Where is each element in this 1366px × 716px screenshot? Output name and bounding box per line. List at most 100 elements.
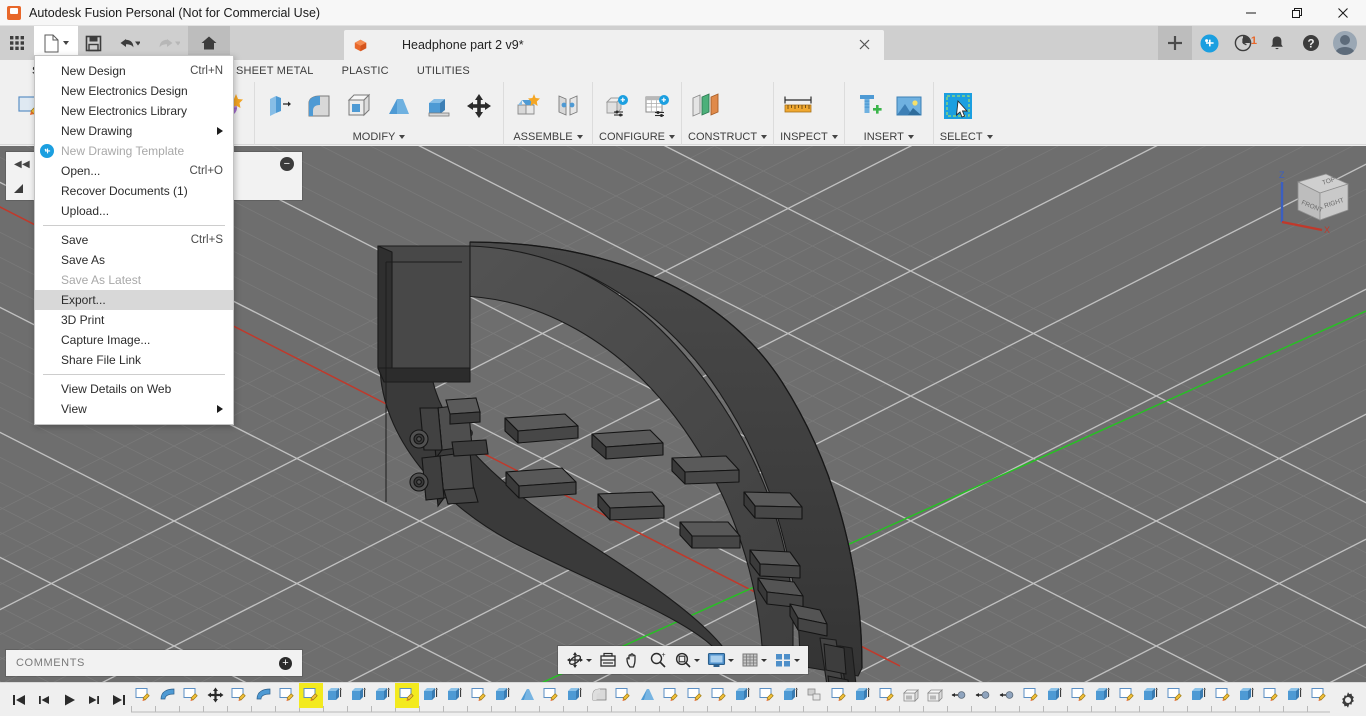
timeline-feature-extrude[interactable]	[731, 683, 755, 708]
menu-item-new-drawing[interactable]: New Drawing	[35, 121, 233, 141]
timeline-feature-draft[interactable]	[635, 683, 659, 708]
menu-item-recover-documents-1[interactable]: Recover Documents (1)	[35, 181, 233, 201]
zoom-icon[interactable]: +	[646, 646, 670, 674]
timeline-feature-extrude[interactable]	[1187, 683, 1211, 708]
close-icon[interactable]	[1320, 0, 1366, 26]
collapse-left-icon[interactable]: ◀◀	[14, 159, 30, 170]
menu-item-share-file-link[interactable]: Share File Link	[35, 350, 233, 370]
avatar[interactable]	[1328, 26, 1362, 60]
pan-icon[interactable]	[621, 646, 645, 674]
fillet-icon[interactable]	[301, 88, 337, 124]
timeline-feature-sketch[interactable]	[275, 683, 299, 708]
ribbon-tab-plastic[interactable]: PLASTIC	[328, 60, 403, 82]
chevron-down-icon[interactable]	[694, 658, 700, 662]
fit-icon[interactable]	[671, 646, 703, 674]
menu-item-3d-print[interactable]: 3D Print	[35, 310, 233, 330]
configuration-table-icon[interactable]	[639, 88, 675, 124]
chevron-down-icon[interactable]	[761, 658, 767, 662]
measure-icon[interactable]	[780, 88, 816, 124]
timeline-feature-sketch[interactable]	[1163, 683, 1187, 708]
timeline-feature-shell[interactable]	[899, 683, 923, 708]
timeline-feature-mirror[interactable]	[995, 683, 1019, 708]
chevron-down-icon[interactable]	[794, 658, 800, 662]
timeline-feature-sketch[interactable]	[131, 683, 155, 708]
menu-item-new-design[interactable]: New Design Ctrl+N	[35, 61, 233, 81]
step-back-icon[interactable]	[31, 685, 56, 715]
timeline-feature-sketch[interactable]	[659, 683, 683, 708]
new-component-icon[interactable]	[510, 88, 546, 124]
timeline-feature-sketch[interactable]	[611, 683, 635, 708]
menu-item-view-details-on-web[interactable]: View Details on Web	[35, 379, 233, 399]
timeline-feature-sketch[interactable]	[875, 683, 899, 708]
grid-snaps-icon[interactable]	[738, 646, 770, 674]
timeline-feature-sketch[interactable]	[707, 683, 731, 708]
timeline-feature-sketch[interactable]	[755, 683, 779, 708]
timeline-feature-mirror[interactable]	[971, 683, 995, 708]
ribbon-panel-label-modify[interactable]: MODIFY	[261, 128, 497, 145]
timeline-feature-extrude[interactable]	[347, 683, 371, 708]
timeline-feature-sketch[interactable]	[1211, 683, 1235, 708]
minimize-icon[interactable]	[1228, 0, 1274, 26]
timeline-feature-sketch[interactable]	[467, 683, 491, 708]
timeline-feature-extrude[interactable]	[323, 683, 347, 708]
navigation-bar[interactable]: +	[558, 646, 808, 674]
extension-manager-icon[interactable]	[1192, 26, 1226, 60]
close-icon[interactable]	[855, 37, 874, 53]
menu-item-save[interactable]: Save Ctrl+S	[35, 230, 233, 250]
timeline-feature-sketch[interactable]	[539, 683, 563, 708]
move-copy-icon[interactable]	[461, 88, 497, 124]
timeline-bar[interactable]	[0, 682, 1366, 716]
timeline-feature-sketch[interactable]	[1115, 683, 1139, 708]
timeline-track[interactable]	[131, 682, 1330, 716]
timeline-feature-sketch[interactable]	[1307, 683, 1330, 708]
comments-panel[interactable]: COMMENTS +	[6, 650, 302, 676]
offset-plane-icon[interactable]	[688, 88, 724, 124]
press-pull-icon[interactable]	[261, 88, 297, 124]
timeline-feature-sketch[interactable]	[1019, 683, 1043, 708]
insert-mcmaster-icon[interactable]	[851, 88, 887, 124]
timeline-feature-extrude[interactable]	[1043, 683, 1067, 708]
timeline-settings-gear-icon[interactable]	[1330, 691, 1366, 709]
plus-circle-icon[interactable]: +	[279, 656, 292, 670]
plus-icon[interactable]	[1158, 26, 1192, 60]
menu-item-export[interactable]: Export...	[35, 290, 233, 310]
timeline-feature-extrude[interactable]	[563, 683, 587, 708]
timeline-feature-extrude[interactable]	[1235, 683, 1259, 708]
job-status-clock-icon[interactable]: 1	[1226, 26, 1260, 60]
timeline-feature-extrude[interactable]	[1091, 683, 1115, 708]
timeline-feature-sketch[interactable]	[827, 683, 851, 708]
menu-item-capture-image[interactable]: Capture Image...	[35, 330, 233, 350]
scale-icon[interactable]	[421, 88, 457, 124]
draft-icon[interactable]	[381, 88, 417, 124]
shell-icon[interactable]	[341, 88, 377, 124]
skip-to-start-icon[interactable]	[6, 685, 31, 715]
timeline-feature-sketch[interactable]	[395, 682, 419, 708]
ribbon-tab-utilities[interactable]: UTILITIES	[403, 60, 484, 82]
file-dropdown-menu[interactable]: New Design Ctrl+N New Electronics Design Ne…	[34, 55, 234, 425]
timeline-feature-extrude[interactable]	[1283, 683, 1307, 708]
ribbon-panel-label-construct[interactable]: CONSTRUCT	[688, 128, 768, 145]
ribbon-panel-label-insert[interactable]: INSERT	[851, 128, 927, 145]
timeline-feature-extrude[interactable]	[419, 683, 443, 708]
menu-item-view[interactable]: View	[35, 399, 233, 419]
timeline-feature-sketch[interactable]	[179, 683, 203, 708]
select-window-icon[interactable]	[940, 88, 976, 124]
timeline-feature-shell[interactable]	[923, 683, 947, 708]
timeline-feature-list[interactable]	[131, 682, 1330, 708]
chevron-down-icon[interactable]	[586, 658, 592, 662]
chevron-down-icon[interactable]	[63, 41, 69, 45]
timeline-feature-sketch[interactable]	[1067, 683, 1091, 708]
timeline-feature-extrude[interactable]	[851, 683, 875, 708]
document-tab[interactable]: Headphone part 2 v9*	[344, 30, 884, 60]
timeline-feature-revolve[interactable]	[251, 683, 275, 708]
timeline-feature-sketch[interactable]	[227, 683, 251, 708]
display-settings-icon[interactable]	[704, 646, 737, 674]
timeline-feature-extrude[interactable]	[443, 683, 467, 708]
menu-item-new-electronics-library[interactable]: New Electronics Library	[35, 101, 233, 121]
restore-icon[interactable]	[1274, 0, 1320, 26]
view-cube[interactable]: Z X TOP FRONT RIGHT	[1276, 160, 1354, 235]
menu-item-new-electronics-design[interactable]: New Electronics Design	[35, 81, 233, 101]
timeline-feature-revolve[interactable]	[155, 683, 179, 708]
minus-circle-icon[interactable]: −	[280, 157, 294, 171]
insert-canvas-icon[interactable]	[891, 88, 927, 124]
